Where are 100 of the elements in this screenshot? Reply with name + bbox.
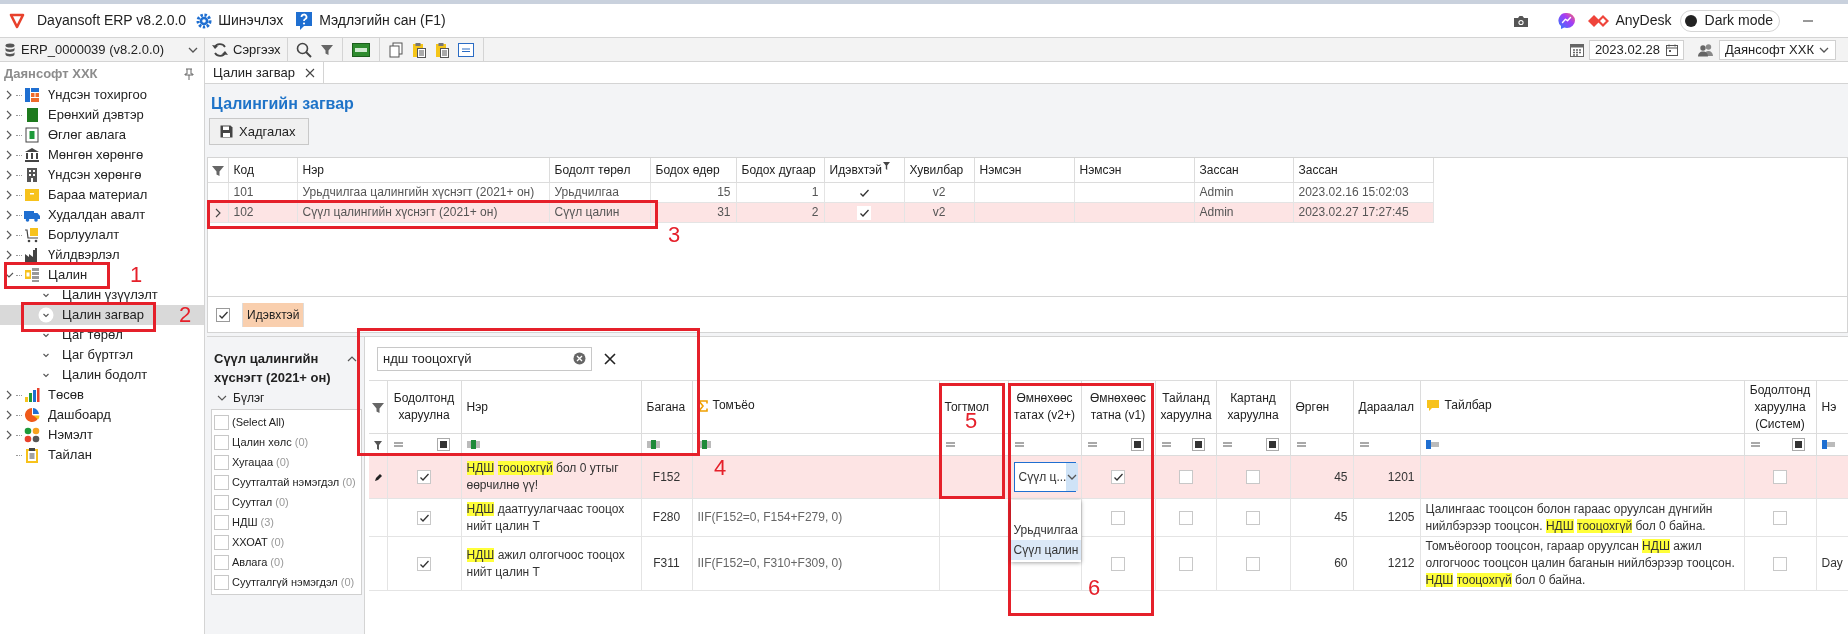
checkbox[interactable] [214, 534, 229, 550]
nav-subitem[interactable]: Цалин үзүүлэлт [0, 285, 204, 305]
column-header[interactable]: Нэр [302, 160, 324, 179]
nav-item[interactable]: Нэмэлт [0, 425, 204, 445]
chevron-right-icon[interactable] [4, 90, 14, 100]
column-header[interactable]: Бодолт төрөл [554, 160, 631, 179]
nav-item[interactable]: Мөнгөн хөрөнгө [0, 145, 204, 165]
group-header[interactable]: Бүлэг [211, 387, 364, 409]
column-header[interactable]: Нэ [1821, 398, 1837, 416]
nav-item[interactable]: Төсөв [0, 385, 204, 405]
nav-subitem[interactable]: Цалин бодолт [0, 365, 204, 385]
checkbox[interactable] [214, 474, 229, 490]
nav-item[interactable]: Үйлдвэрлэл [0, 245, 204, 265]
chat-bubble-icon[interactable] [1557, 11, 1576, 30]
filter-checkbox[interactable] [436, 438, 450, 451]
chevron-right-icon[interactable] [4, 150, 14, 160]
checkbox[interactable] [417, 510, 431, 525]
checkbox[interactable] [214, 454, 229, 470]
anydesk-button[interactable]: AnyDesk [1587, 10, 1672, 31]
column-header[interactable]: Код [233, 160, 254, 179]
checkbox[interactable] [214, 574, 229, 590]
checkbox[interactable] [1178, 470, 1193, 485]
clipboard-icon[interactable] [434, 41, 449, 58]
filter-option[interactable]: Цалин хөлс [232, 433, 292, 451]
abc-icon[interactable] [646, 440, 660, 449]
checkbox[interactable] [214, 554, 229, 570]
search-icon[interactable] [295, 41, 312, 58]
date-field[interactable]: 2023.02.28 [1588, 39, 1684, 60]
chevron-right-icon[interactable] [4, 110, 14, 120]
abc-icon[interactable] [1425, 440, 1439, 449]
nav-item[interactable]: Тайлан [0, 445, 204, 465]
spreadsheet-icon[interactable] [351, 42, 370, 57]
checkbox[interactable] [1111, 556, 1125, 571]
dropdown-option[interactable]: Урьдчилгаа [1010, 520, 1081, 540]
database-selector[interactable]: ERP_0000039 (v8.2.0.0) [0, 38, 205, 61]
form-icon[interactable] [457, 42, 474, 57]
column-header[interactable]: Өргөн [1295, 398, 1330, 416]
nav-subitem[interactable]: Цаг бүртгэл [0, 345, 204, 365]
filter-icon[interactable] [882, 161, 890, 170]
abc-icon[interactable] [1821, 440, 1835, 449]
clipboard-icon[interactable] [411, 41, 426, 58]
abc-icon[interactable] [466, 440, 480, 449]
filter-option[interactable]: Хугацаа [232, 453, 274, 471]
column-header[interactable]: Нэмсэн [1079, 160, 1122, 179]
update-button[interactable]: Шинэчлэх [196, 10, 284, 31]
column-header[interactable]: Томъёо [712, 397, 755, 415]
nav-item[interactable]: Үндсэн тохиргоо [0, 85, 204, 105]
column-header[interactable]: Идэвхтэй [829, 160, 882, 179]
close-icon[interactable] [304, 67, 315, 78]
filter-option[interactable]: Суутгал [232, 493, 273, 511]
checkbox[interactable] [214, 494, 229, 510]
chevron-right-icon[interactable] [4, 390, 14, 400]
filter-chip[interactable]: Идэвхтэй [242, 302, 305, 327]
nav-item[interactable]: Ерөнхий дэвтэр [0, 105, 204, 125]
checkbox[interactable] [1111, 470, 1125, 485]
checkbox[interactable] [1178, 556, 1193, 571]
chevron-right-icon[interactable] [4, 230, 14, 240]
filter-option[interactable]: Суутгалтай нэмэгдэл [232, 473, 340, 491]
checkbox[interactable] [417, 556, 431, 571]
filter-checkbox[interactable] [1130, 438, 1144, 451]
copy-icon[interactable] [388, 41, 403, 58]
nav-item[interactable]: Бараа материал [0, 185, 204, 205]
column-header[interactable]: Бодох дугаар [741, 160, 816, 179]
chevron-right-icon[interactable] [4, 190, 14, 200]
checkbox[interactable] [1246, 470, 1260, 485]
chevron-right-icon[interactable] [4, 250, 14, 260]
filter-option[interactable]: Суутгалгүй нэмэгдэл [232, 573, 338, 591]
filter-option[interactable]: ХХОАТ [232, 533, 268, 551]
search-field[interactable]: ндш тооцохгүй [377, 346, 592, 371]
nav-item[interactable]: Борлуулалт [0, 225, 204, 245]
column-header[interactable]: Тайлбар [1444, 397, 1492, 414]
filter-option[interactable]: Авлага [232, 553, 268, 571]
users-icon[interactable] [1697, 42, 1714, 57]
dropdown[interactable]: Сүүл ц... [1013, 462, 1076, 492]
checkbox[interactable] [1246, 510, 1260, 525]
checkbox[interactable] [1773, 556, 1787, 571]
filter-icon[interactable] [210, 163, 225, 178]
chevron-right-icon[interactable] [4, 210, 14, 220]
pin-icon[interactable] [184, 67, 194, 80]
checkbox[interactable] [1178, 510, 1193, 525]
column-header[interactable]: Хувилбар [909, 160, 964, 179]
clear-icon[interactable] [573, 352, 586, 365]
column-header[interactable]: Нэр [466, 398, 488, 416]
checkbox[interactable] [214, 514, 229, 530]
nav-item[interactable]: Худалдан авалт [0, 205, 204, 225]
filter-option[interactable]: (Select All) [232, 413, 285, 431]
filter-checkbox[interactable] [1265, 438, 1279, 451]
dark-mode-toggle[interactable]: Dark mode [1679, 9, 1780, 32]
filter-row-icon[interactable] [373, 440, 382, 450]
abc-icon[interactable] [697, 440, 711, 449]
help-button[interactable]: Мэдлэгийн сан (F1) [295, 10, 446, 31]
checkbox[interactable] [1111, 510, 1125, 525]
column-header[interactable]: Зассан [1298, 160, 1338, 179]
camera-icon[interactable] [1512, 13, 1529, 28]
nav-item[interactable]: Өглөг авлага [0, 125, 204, 145]
close-icon[interactable] [604, 352, 616, 365]
checkbox[interactable] [214, 414, 229, 430]
column-header[interactable]: Бодох өдөр [655, 160, 720, 179]
refresh-button[interactable]: Сэргээх [205, 38, 288, 61]
calendar-grid-icon[interactable] [1569, 42, 1584, 57]
